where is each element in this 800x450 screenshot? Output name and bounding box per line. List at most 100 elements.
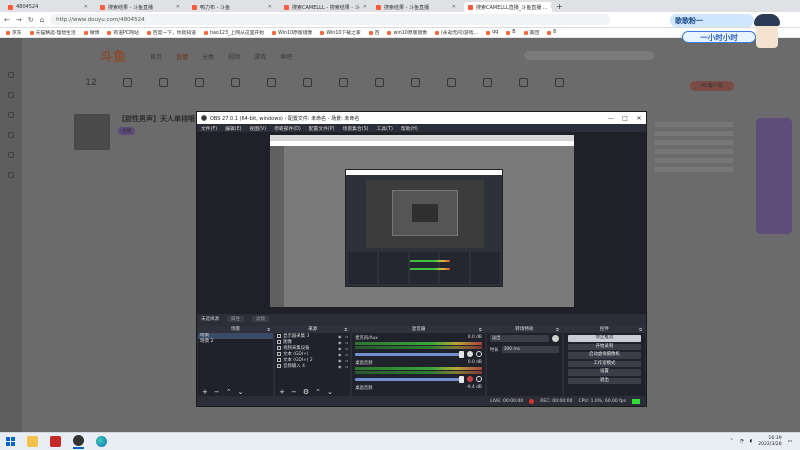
menu-item[interactable]: 场景集合(S) xyxy=(343,125,369,132)
lock-icon[interactable]: ▫ xyxy=(346,358,349,363)
feature-icon-item[interactable] xyxy=(188,78,210,88)
close-tab-icon[interactable]: ✕ xyxy=(84,4,88,10)
site-nav-item[interactable]: 分类 xyxy=(202,52,214,61)
duration-input[interactable]: 300 ms xyxy=(501,346,559,353)
pc-client-button[interactable]: PC客户端 xyxy=(690,81,734,91)
move-down-icon[interactable]: ⌄ xyxy=(238,388,244,396)
bookmark-item[interactable]: Win10下载之家 xyxy=(320,29,361,36)
add-transition-icon[interactable] xyxy=(551,335,559,342)
visibility-eye-icon[interactable]: ◉ xyxy=(338,352,342,357)
undock-icon[interactable]: ⧉ xyxy=(267,326,270,333)
close-icon[interactable]: ✕ xyxy=(632,115,646,122)
new-tab-button[interactable]: + xyxy=(556,2,563,12)
feature-icon-item[interactable] xyxy=(152,78,174,88)
bookmark-item[interactable]: Win10原版镜像 xyxy=(272,29,312,36)
bookmark-item[interactable]: 有道PC网站 xyxy=(107,29,139,36)
site-nav-item[interactable]: 视频 xyxy=(228,52,240,61)
site-nav-item[interactable]: 鱼吧 xyxy=(280,52,292,61)
bookmark-item[interactable]: hao123_上网从这里开始 xyxy=(203,29,264,36)
menu-item[interactable]: 视图(V) xyxy=(249,125,266,132)
add-scene-icon[interactable]: + xyxy=(202,388,208,396)
side-nav-item[interactable] xyxy=(8,112,14,118)
lock-icon[interactable]: ▫ xyxy=(346,346,349,351)
menu-item[interactable]: 文件(F) xyxy=(201,125,217,132)
volume-slider[interactable] xyxy=(355,375,464,383)
bookmark-item[interactable]: 微博 xyxy=(83,29,99,36)
stop-streaming-button[interactable]: 停止推流 xyxy=(567,335,641,342)
feature-icon-item[interactable] xyxy=(404,78,426,88)
speaker-muted-icon[interactable] xyxy=(466,376,473,382)
volume-slider-knob[interactable] xyxy=(458,350,464,358)
maximize-icon[interactable]: □ xyxy=(618,115,632,122)
properties-button[interactable]: 属性 xyxy=(227,316,244,322)
undock-icon[interactable]: ⧉ xyxy=(344,326,347,333)
visibility-eye-icon[interactable]: ◉ xyxy=(338,364,342,369)
menu-item[interactable]: 停靠部件(D) xyxy=(274,125,301,132)
side-nav-item[interactable] xyxy=(8,92,14,98)
site-logo[interactable]: 斗鱼 xyxy=(100,46,126,65)
feature-icon-item[interactable] xyxy=(224,78,246,88)
scene-item[interactable]: 场景 2 xyxy=(198,339,273,345)
volume-slider[interactable] xyxy=(355,350,464,358)
menu-item[interactable]: 编辑(E) xyxy=(225,125,241,132)
lock-icon[interactable]: ▫ xyxy=(346,364,349,369)
bookmark-item[interactable]: B xyxy=(506,30,516,35)
volume-icon[interactable]: ◖ xyxy=(750,439,752,444)
bookmark-item[interactable]: 京东 xyxy=(6,29,22,36)
remove-scene-icon[interactable]: − xyxy=(214,388,220,396)
lock-icon[interactable]: ▫ xyxy=(346,352,349,357)
visibility-eye-icon[interactable]: ◉ xyxy=(338,340,342,345)
side-nav-item[interactable] xyxy=(8,152,14,158)
site-nav-item[interactable]: 首页 xyxy=(150,52,162,61)
lock-icon[interactable]: ▫ xyxy=(346,334,349,339)
move-up-icon[interactable]: ⌃ xyxy=(315,388,321,396)
move-down-icon[interactable]: ⌄ xyxy=(327,388,333,396)
back-arrow-icon[interactable]: ← xyxy=(4,16,10,24)
notification-icon[interactable]: ▭ xyxy=(788,439,792,444)
close-tab-icon[interactable]: ✕ xyxy=(268,4,272,10)
start-virtual-camera-button[interactable]: 启动虚拟摄像机 xyxy=(567,352,641,359)
streamer-avatar[interactable] xyxy=(74,114,110,150)
filters-button[interactable]: 滤镜 xyxy=(252,316,269,322)
feature-icon-item[interactable] xyxy=(512,78,534,88)
feature-icon-item[interactable] xyxy=(260,78,282,88)
undock-icon[interactable]: ⧉ xyxy=(556,326,559,333)
bookmark-item[interactable]: 百 xyxy=(368,29,379,36)
browser-tab[interactable]: 搜索CAMELLL - 搜索结果 - 斗 ✕ xyxy=(280,2,368,12)
clock[interactable]: 16:39 2022/3/28 xyxy=(758,436,782,448)
undock-icon[interactable]: ⧉ xyxy=(639,326,642,333)
browser-tab[interactable]: 搜索结果 - 斗鱼直播 ✕ xyxy=(372,2,460,12)
site-nav-item-active[interactable]: 直播 xyxy=(176,52,188,61)
close-tab-icon[interactable]: ✕ xyxy=(176,4,180,10)
visibility-eye-icon[interactable]: ◉ xyxy=(338,346,342,351)
browser-tab[interactable]: 鸭力布 - 斗鱼 ✕ xyxy=(188,2,276,12)
volume-slider-knob[interactable] xyxy=(458,375,464,383)
site-nav-item[interactable]: 游戏 xyxy=(254,52,266,61)
home-icon[interactable]: ⌂ xyxy=(40,16,44,24)
feature-icon-item[interactable] xyxy=(296,78,318,88)
start-recording-button[interactable]: 开始录制 xyxy=(567,343,641,350)
bookmark-item[interactable]: 8 xyxy=(547,30,556,35)
promo-banner[interactable] xyxy=(756,118,792,234)
visibility-eye-icon[interactable]: ◉ xyxy=(338,334,342,339)
browser-tab[interactable]: 搜索结果 - 斗鱼直播 ✕ xyxy=(96,2,184,12)
browser-tab[interactable]: 4804524 ✕ xyxy=(4,2,92,12)
source-item[interactable]: 音频输入 4 ◉ ▫ xyxy=(275,363,350,369)
network-icon[interactable]: ◔ xyxy=(740,439,744,444)
close-tab-icon[interactable]: ✕ xyxy=(551,4,552,10)
obs-preview[interactable] xyxy=(197,132,646,324)
move-up-icon[interactable]: ⌃ xyxy=(226,388,232,396)
exit-button[interactable]: 退出 xyxy=(567,377,641,384)
feature-icon-item[interactable] xyxy=(368,78,390,88)
app-red-icon[interactable] xyxy=(50,436,61,447)
obs-app-icon[interactable] xyxy=(73,434,84,446)
studio-mode-button[interactable]: 工作室模式 xyxy=(567,360,641,367)
windows-start-icon[interactable] xyxy=(6,437,15,446)
feature-icon-item[interactable] xyxy=(476,78,498,88)
edge-browser-icon[interactable] xyxy=(96,436,107,447)
browser-tab-active[interactable]: 搜索CAMELLL直播_斗鱼直播 ...✕ xyxy=(464,2,552,12)
gear-icon[interactable] xyxy=(475,376,482,382)
feature-icon-item[interactable] xyxy=(548,78,570,88)
feature-icon-item[interactable]: 12 xyxy=(80,78,102,88)
add-source-icon[interactable]: + xyxy=(279,388,285,396)
